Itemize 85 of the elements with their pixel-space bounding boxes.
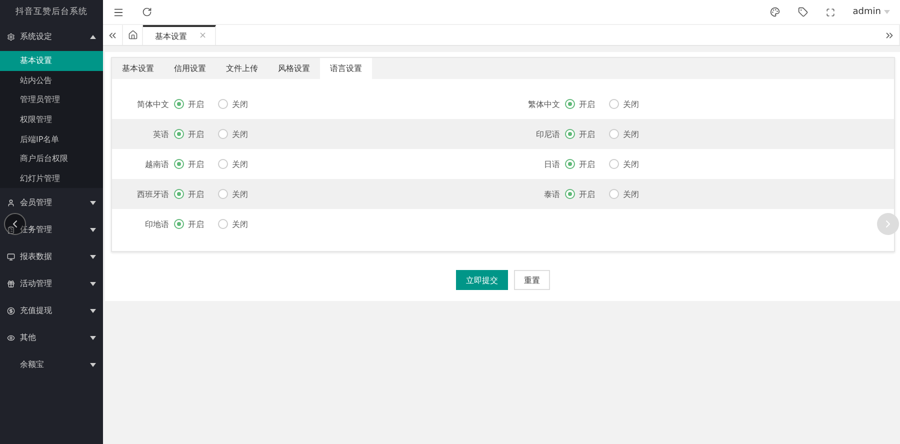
submit-button[interactable]: 立即提交 (456, 270, 508, 290)
radio-icon[interactable] (174, 159, 184, 169)
sidebar-item[interactable]: 站内公告 (0, 70, 103, 90)
gift-icon (7, 280, 15, 288)
field-label: 印尼语 (535, 128, 560, 140)
sidebar-group[interactable]: 报表数据 (0, 244, 103, 270)
radio-option[interactable]: 开启 (565, 98, 595, 110)
field-label: 泰语 (543, 188, 560, 200)
radio-option[interactable]: 关闭 (609, 128, 639, 140)
double-chevron-right-icon[interactable] (884, 30, 895, 40)
sidebar-item[interactable]: 幻灯片管理 (0, 168, 103, 188)
radio-icon[interactable] (565, 129, 575, 139)
radio-icon[interactable] (609, 99, 619, 109)
radio-option[interactable]: 关闭 (218, 188, 248, 200)
radio-icon[interactable] (609, 159, 619, 169)
coin-icon (7, 306, 15, 315)
field-label: 简体中文 (136, 98, 169, 110)
settings-tab[interactable]: 风格设置 (268, 58, 320, 79)
sidebar-group[interactable]: 活动管理 (0, 271, 103, 296)
settings-tab[interactable]: 文件上传 (216, 58, 268, 79)
radio-option[interactable]: 开启 (174, 98, 204, 110)
collapse-button[interactable] (4, 213, 26, 235)
field-label: 英语 (152, 128, 169, 140)
radio-option[interactable]: 关闭 (218, 128, 248, 140)
user-menu[interactable]: admin (852, 7, 890, 17)
eye-icon (7, 334, 15, 342)
radio-icon[interactable] (174, 189, 184, 199)
field-label: 日语 (543, 158, 560, 170)
field-label: 越南语 (144, 158, 169, 170)
sidebar-group[interactable]: 充值提现 (0, 298, 103, 324)
radio-icon[interactable] (218, 219, 228, 229)
radio-icon[interactable] (218, 159, 228, 169)
radio-option[interactable]: 关闭 (609, 98, 639, 110)
clipboard-icon (7, 226, 15, 234)
radio-icon[interactable] (609, 129, 619, 139)
app-title: 抖音互赞后台系统 (14, 6, 88, 19)
monitor-icon (7, 252, 15, 261)
sidebar-item[interactable]: 基本设置 (0, 51, 103, 71)
radio-icon[interactable] (565, 159, 575, 169)
sidebar-group[interactable]: 其他 (0, 325, 103, 350)
field-label: 繁体中文 (527, 98, 560, 110)
refresh-icon[interactable] (142, 7, 152, 17)
sidebar-item[interactable]: 商户后台权限 (0, 148, 103, 169)
settings-tab[interactable]: 基本设置 (112, 58, 164, 79)
radio-icon[interactable] (218, 129, 228, 139)
radio-option[interactable]: 开启 (174, 188, 204, 200)
radio-icon[interactable] (174, 219, 184, 229)
radio-option[interactable]: 关闭 (609, 188, 639, 200)
radio-icon[interactable] (218, 99, 228, 109)
fullscreen-icon[interactable] (826, 8, 835, 16)
radio-icon[interactable] (174, 99, 184, 109)
menu-icon[interactable] (113, 6, 124, 18)
radio-option[interactable]: 开启 (174, 128, 204, 140)
sidebar-item[interactable]: 管理员管理 (0, 90, 103, 110)
tag-icon[interactable] (798, 7, 808, 17)
gear-icon (7, 32, 15, 40)
double-chevron-left-icon[interactable] (107, 30, 118, 40)
radio-option[interactable]: 开启 (565, 158, 595, 170)
settings-tab[interactable]: 语言设置 (320, 58, 372, 79)
radio-option[interactable]: 开启 (565, 188, 595, 200)
page-tab[interactable]: 基本设置 × (143, 25, 216, 45)
sidebar-item[interactable]: 后端IP名单 (0, 129, 103, 149)
radio-option[interactable]: 开启 (174, 158, 204, 170)
home-icon[interactable] (128, 30, 138, 40)
radio-option[interactable]: 关闭 (218, 218, 248, 230)
radio-icon[interactable] (565, 189, 575, 199)
radio-option[interactable]: 关闭 (609, 158, 639, 170)
user-icon (7, 198, 15, 207)
field-label: 西班牙语 (136, 188, 169, 200)
radio-icon[interactable] (174, 129, 184, 139)
radio-option[interactable]: 开启 (174, 218, 204, 230)
radio-icon[interactable] (565, 99, 575, 109)
sidebar-item[interactable]: 权限管理 (0, 110, 103, 130)
field-label: 印地语 (144, 218, 169, 230)
radio-option[interactable]: 关闭 (218, 158, 248, 170)
radio-icon[interactable] (609, 189, 619, 199)
radio-option[interactable]: 关闭 (218, 98, 248, 110)
reset-button[interactable]: 重置 (514, 270, 550, 290)
radio-option[interactable]: 开启 (565, 128, 595, 140)
sidebar-group[interactable]: 系统设定 (0, 24, 103, 49)
settings-tab[interactable]: 信用设置 (164, 58, 216, 79)
sidebar-group[interactable]: 会员管理 (0, 190, 103, 216)
palette-icon[interactable] (770, 7, 780, 17)
sidebar-group[interactable]: 余额宝 (0, 352, 103, 378)
radio-icon[interactable] (218, 189, 228, 199)
